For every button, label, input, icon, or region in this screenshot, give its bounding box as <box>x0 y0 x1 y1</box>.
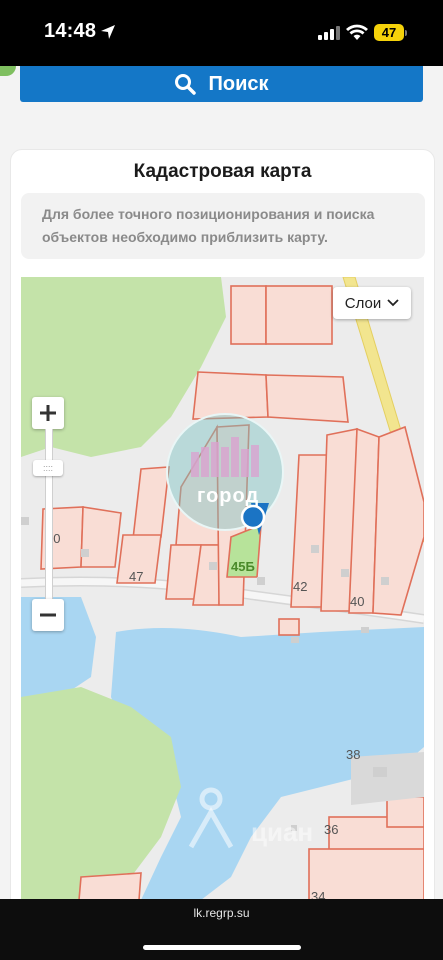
status-time: 14:48 <box>44 20 97 42</box>
home-indicator[interactable] <box>143 945 301 950</box>
house-number: 45Б <box>231 559 255 574</box>
house-number: 36 <box>324 822 339 837</box>
watermark-text: город <box>197 485 260 507</box>
house-number: 42 <box>293 579 308 594</box>
search-button-label: Поиск <box>208 72 269 95</box>
layers-button[interactable]: Слои <box>333 287 411 319</box>
zoom-hint: Для более точного позиционирования и пои… <box>21 193 425 259</box>
search-button[interactable]: Поиск <box>20 66 423 102</box>
house-number: 40 <box>350 594 365 609</box>
decorative-leaf <box>0 66 16 76</box>
zoom-slider-track[interactable] <box>45 429 53 599</box>
status-bar: 14:48 47 <box>0 0 443 66</box>
wifi-icon <box>346 24 368 40</box>
zoom-hint-text: Для более точного позиционирования и пои… <box>42 206 375 245</box>
watermark-text-2: циан <box>251 817 314 847</box>
battery-level: 47 <box>381 25 397 40</box>
cadastral-map-card: Кадастровая карта Для более точного пози… <box>10 149 435 899</box>
cadastral-map[interactable]: город циан 50 47 45Б 42 40 38 36 34 Слои <box>21 277 424 899</box>
layers-button-label: Слои <box>344 294 382 312</box>
search-icon <box>175 74 197 95</box>
url-text[interactable]: lk.regrp.su <box>0 906 443 920</box>
chevron-down-icon <box>387 299 399 307</box>
built-area <box>351 752 424 805</box>
browser-bottom-bar: lk.regrp.su <box>0 899 443 960</box>
map-canvas[interactable] <box>21 277 424 899</box>
card-title: Кадастровая карта <box>133 161 312 182</box>
page-content: Поиск Кадастровая карта Для более точног… <box>0 66 443 899</box>
house-number: 47 <box>129 569 144 584</box>
cellular-signal-icon <box>318 26 340 40</box>
location-arrow-icon <box>101 25 115 39</box>
house-number: 38 <box>346 747 361 762</box>
plus-icon <box>40 405 56 421</box>
house-number: 34 <box>311 889 326 899</box>
minus-icon <box>40 613 56 617</box>
battery-icon: 47 <box>374 24 404 41</box>
zoom-out-button[interactable] <box>32 599 64 631</box>
battery-tip <box>405 30 407 36</box>
zoom-in-button[interactable] <box>32 397 64 429</box>
zoom-slider-handle[interactable]: :::: <box>33 460 63 476</box>
